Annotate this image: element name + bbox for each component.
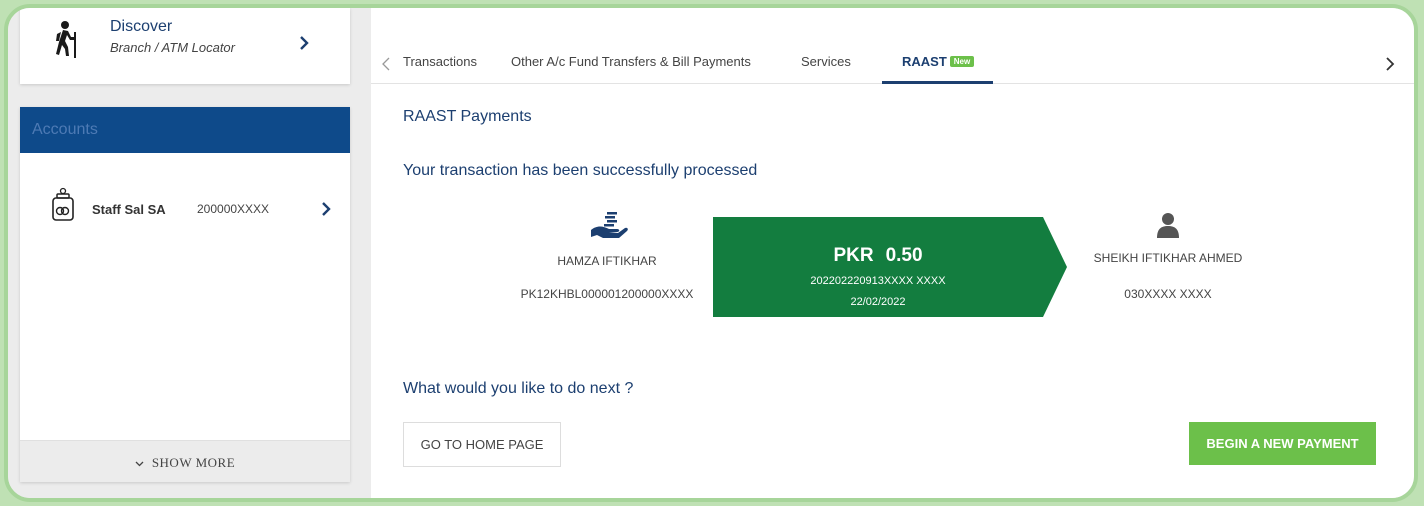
chevron-down-icon — [135, 461, 144, 467]
amount-value: 0.50 — [885, 245, 923, 266]
show-more-label: SHOW MORE — [151, 455, 236, 470]
sidebar: Discover Branch / ATM Locator Accounts S… — [8, 8, 368, 498]
user-icon — [1157, 213, 1179, 238]
chevron-right-icon[interactable] — [319, 201, 333, 217]
hand-coins-icon — [591, 212, 628, 238]
active-tab-indicator — [882, 81, 993, 84]
transaction-id: 202202220913XXXX XXXX — [810, 275, 946, 287]
begin-new-payment-button[interactable]: BEGIN A NEW PAYMENT — [1189, 422, 1376, 465]
transaction-amount: PKR 0.50 — [713, 245, 1043, 267]
tab-raast[interactable]: RAAST New — [902, 54, 975, 69]
tab-other-fund-transfers[interactable]: Other A/c Fund Transfers & Bill Payments — [511, 54, 751, 69]
next-step-question: What would you like to do next ? — [403, 380, 634, 397]
accounts-header: Accounts — [20, 107, 350, 153]
chevron-left-icon[interactable] — [381, 57, 391, 71]
sender-name: HAMZA IFTIKHAR — [557, 254, 657, 268]
chevron-right-icon[interactable] — [296, 34, 312, 52]
account-number: 200000XXXX — [197, 202, 270, 216]
tab-transactions[interactable]: Transactions — [403, 54, 477, 69]
discover-subtitle: Branch / ATM Locator — [110, 40, 235, 55]
hiker-icon — [56, 21, 76, 58]
new-badge: New — [949, 56, 975, 67]
tab-bar: Transactions Other A/c Fund Transfers & … — [371, 8, 1414, 84]
account-name: Staff Sal SA — [92, 202, 166, 217]
success-message: Your transaction has been successfully p… — [403, 162, 758, 179]
accounts-card: Accounts Staff Sal SA 200000XXXX SHOW MO… — [20, 107, 350, 482]
tab-services[interactable]: Services — [801, 54, 851, 69]
sender-iban: PK12KHBL000001200000XXXX — [520, 287, 694, 301]
tab-raast-label: RAAST — [902, 54, 947, 69]
app-frame: Discover Branch / ATM Locator Accounts S… — [4, 4, 1418, 502]
receiver-name: SHEIKH IFTIKHAR AHMED — [1093, 251, 1243, 265]
main-panel: Transactions Other A/c Fund Transfers & … — [371, 8, 1414, 498]
page-title: RAAST Payments — [403, 108, 532, 125]
currency: PKR — [833, 245, 874, 266]
account-row[interactable]: Staff Sal SA 200000XXXX — [20, 177, 350, 227]
transaction-summary: PKR 0.50 202202220913XXXX XXXX 22/02/2022 — [713, 217, 1069, 317]
go-to-home-button[interactable]: GO TO HOME PAGE — [403, 422, 561, 467]
receiver-number: 030XXXX XXXX — [1124, 287, 1212, 301]
discover-title: Discover — [110, 18, 173, 35]
money-jar-icon — [52, 187, 74, 221]
transaction-date: 22/02/2022 — [850, 296, 906, 308]
show-more-button[interactable]: SHOW MORE — [20, 440, 350, 482]
discover-card[interactable]: Discover Branch / ATM Locator — [20, 8, 350, 84]
chevron-right-icon[interactable] — [1385, 56, 1395, 72]
